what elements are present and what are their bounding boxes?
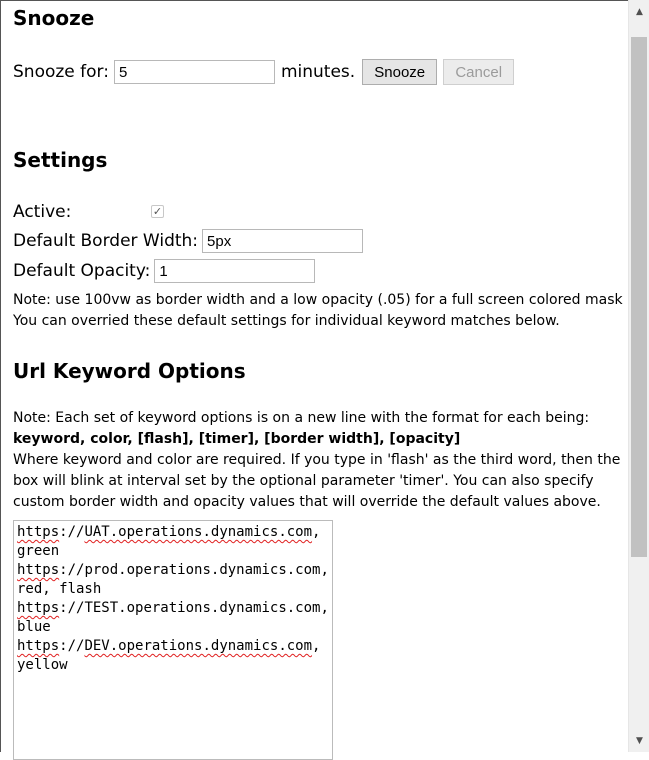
cancel-button[interactable]: Cancel — [443, 59, 515, 85]
settings-note-line2: You can overried these default settings … — [13, 313, 560, 329]
border-width-input[interactable] — [202, 229, 364, 253]
settings-note: Note: use 100vw as border width and a lo… — [13, 290, 633, 332]
url-note-line1: Note: Each set of keyword options is on … — [13, 410, 590, 426]
snooze-label: Snooze for: — [13, 62, 109, 82]
snooze-button[interactable]: Snooze — [362, 59, 438, 85]
settings-heading: Settings — [13, 148, 108, 172]
snooze-minutes-input[interactable] — [113, 60, 275, 84]
scroll-down-button[interactable]: ▼ — [629, 732, 649, 749]
scrollbar-thumb[interactable] — [631, 37, 647, 557]
keyword-entry: https://prod.operations.dynamics.com, re… — [17, 562, 329, 597]
opacity-input[interactable] — [154, 259, 316, 283]
keyword-entry: https://DEV.operations.dynamics.com, yel… — [17, 638, 329, 673]
border-width-row: Default Border Width: — [13, 229, 364, 253]
settings-note-line1: Note: use 100vw as border width and a lo… — [13, 292, 623, 308]
snooze-row: Snooze for: minutes. Snooze Cancel — [13, 59, 515, 85]
chevron-up-icon: ▲ — [636, 6, 643, 17]
chevron-down-icon: ▼ — [636, 735, 643, 746]
scroll-up-button[interactable]: ▲ — [629, 3, 649, 20]
active-label: Active: — [13, 202, 72, 222]
keyword-entry: https://TEST.operations.dynamics.com, bl… — [17, 600, 329, 635]
keyword-options-textarea[interactable]: https://UAT.operations.dynamics.com, gre… — [13, 520, 333, 760]
opacity-label: Default Opacity: — [13, 261, 151, 281]
checkmark-icon: ✓ — [152, 205, 163, 218]
active-row: Active: — [13, 202, 71, 222]
vertical-scrollbar[interactable]: ▲ ▼ — [628, 0, 649, 752]
minutes-label: minutes. — [280, 62, 356, 82]
url-note: Note: Each set of keyword options is on … — [13, 408, 621, 513]
url-keyword-heading: Url Keyword Options — [13, 359, 246, 383]
opacity-row: Default Opacity: — [13, 259, 316, 283]
snooze-heading: Snooze — [13, 6, 95, 30]
active-checkbox[interactable]: ✓ — [151, 205, 164, 218]
keyword-entry: https://UAT.operations.dynamics.com, gre… — [17, 524, 329, 559]
format-description: keyword, color, [flash], [timer], [borde… — [13, 431, 461, 447]
border-width-label: Default Border Width: — [13, 231, 199, 251]
url-note-line3: Where keyword and color are required. If… — [13, 452, 621, 510]
